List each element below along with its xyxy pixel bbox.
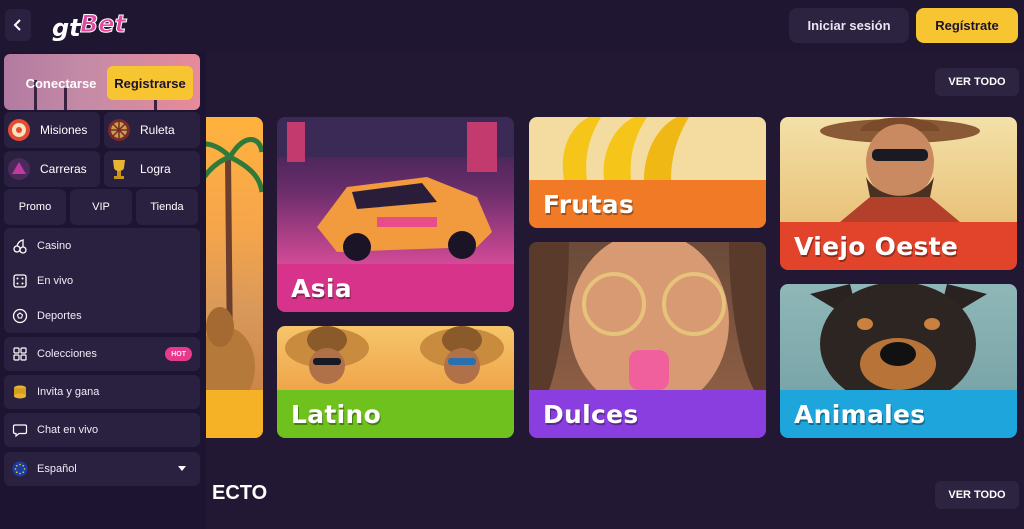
- category-card-dulces[interactable]: Dulces: [529, 242, 766, 438]
- hot-badge: HOT: [165, 347, 192, 361]
- category-label: Frutas: [529, 180, 766, 228]
- category-card-frutas[interactable]: Frutas: [529, 117, 766, 228]
- sidebar-item-deportes[interactable]: Deportes: [4, 299, 200, 333]
- category-card-viejo-oeste[interactable]: Viejo Oeste: [780, 117, 1017, 270]
- dice-icon: [11, 272, 29, 290]
- category-label: Viejo Oeste: [780, 222, 1017, 270]
- sidebar-item-en-vivo[interactable]: En vivo: [4, 264, 200, 298]
- category-card-asia[interactable]: Asia: [277, 117, 514, 312]
- category-label: Asia: [277, 264, 514, 312]
- view-all-button[interactable]: VER TODO: [935, 481, 1019, 509]
- store-button[interactable]: Tienda: [136, 189, 198, 225]
- language-row: Español: [4, 452, 200, 486]
- sidebar-auth-banner: Conectarse Registrarse: [4, 54, 200, 110]
- trophy-icon: [104, 152, 134, 186]
- cherry-icon: [11, 237, 29, 255]
- tile-label: Ruleta: [140, 123, 175, 137]
- sidebar-item-casino[interactable]: Casino: [4, 229, 200, 263]
- coins-icon: [11, 383, 29, 401]
- svg-text:gt: gt: [52, 14, 82, 42]
- eu-flag-icon: [11, 460, 29, 478]
- tile-label: Logra: [140, 162, 171, 176]
- category-label: Animales: [780, 390, 1017, 438]
- category-card-latino[interactable]: Latino: [277, 326, 514, 438]
- category-label: Dulces: [529, 390, 766, 438]
- menu-label: Colecciones: [37, 348, 97, 360]
- sidebar-item-chat[interactable]: Chat en vivo: [4, 413, 200, 447]
- gtbet-logo[interactable]: gt Bet: [50, 6, 136, 44]
- category-label: Latino: [277, 390, 514, 438]
- chevron-left-icon: [13, 19, 21, 31]
- grid-icon: [11, 345, 29, 363]
- menu-label: Invita y gana: [37, 386, 100, 398]
- sidebar-tile-carreras[interactable]: Carreras: [4, 151, 100, 187]
- sidebar-tile-ruleta[interactable]: Ruleta: [104, 112, 200, 148]
- chat-row: Chat en vivo: [4, 413, 200, 447]
- sidebar: Conectarse Registrarse Misiones Ruleta C…: [0, 52, 206, 529]
- sidebar-item-colecciones[interactable]: Colecciones HOT: [4, 337, 200, 371]
- wheel-icon: [104, 113, 134, 147]
- vip-button[interactable]: VIP: [70, 189, 132, 225]
- soccer-ball-icon: [11, 307, 29, 325]
- chevron-down-icon: [178, 466, 186, 471]
- top-header: gt Bet Iniciar sesión Regístrate: [0, 0, 1024, 52]
- menu-label: Español: [37, 463, 77, 475]
- sidebar-tile-logra[interactable]: Logra: [104, 151, 200, 187]
- target-icon: [4, 113, 34, 147]
- sidebar-games-group: Casino En vivo Deportes: [4, 228, 200, 333]
- view-all-button[interactable]: VER TODO: [935, 68, 1019, 96]
- tile-label: Carreras: [40, 162, 87, 176]
- menu-label: Casino: [37, 240, 72, 252]
- register-button[interactable]: Regístrate: [916, 8, 1018, 43]
- language-selector[interactable]: Español: [4, 452, 200, 486]
- promo-button[interactable]: Promo: [4, 189, 66, 225]
- race-icon: [4, 152, 34, 186]
- back-button[interactable]: [5, 9, 31, 41]
- section-title: ECTO: [212, 482, 268, 504]
- svg-text:Bet: Bet: [80, 10, 128, 38]
- tile-label: Misiones: [40, 123, 88, 137]
- menu-label: En vivo: [37, 275, 74, 287]
- sidebar-item-invite[interactable]: Invita y gana: [4, 375, 200, 409]
- chat-bubble-icon: [11, 421, 29, 439]
- colecciones-row: Colecciones HOT: [4, 337, 200, 371]
- sidebar-tile-misiones[interactable]: Misiones: [4, 112, 100, 148]
- login-button[interactable]: Iniciar sesión: [789, 8, 909, 43]
- invite-row: Invita y gana: [4, 375, 200, 409]
- category-card-animales[interactable]: Animales: [780, 284, 1017, 438]
- menu-label: Chat en vivo: [37, 424, 99, 436]
- sidebar-register-button[interactable]: Registrarse: [107, 66, 193, 100]
- menu-label: Deportes: [37, 310, 82, 322]
- connect-button[interactable]: Conectarse: [18, 66, 104, 100]
